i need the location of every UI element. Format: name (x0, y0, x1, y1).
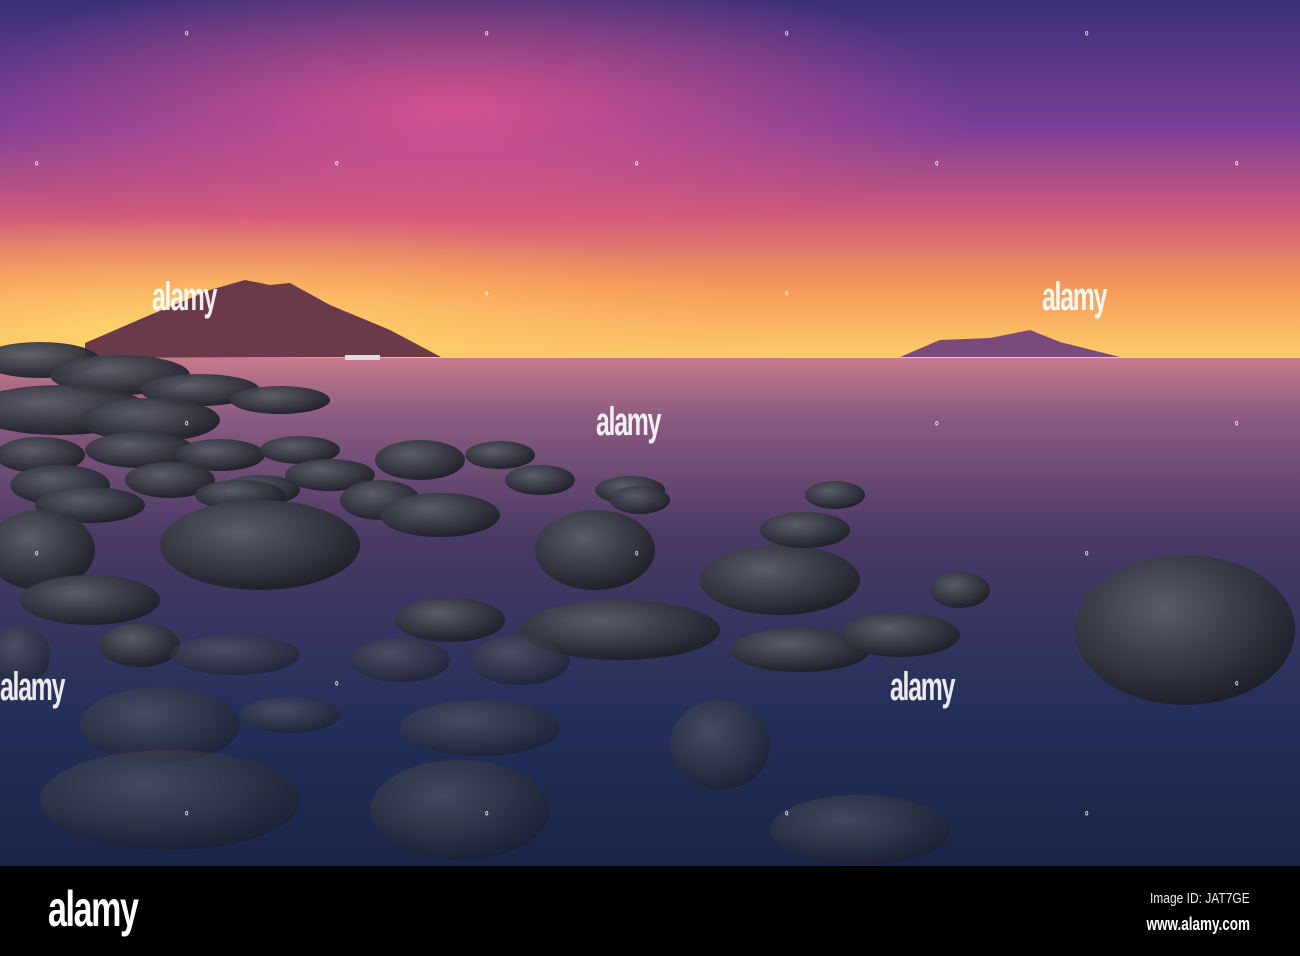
rock (370, 760, 550, 860)
watermark-mark: ° (184, 418, 189, 434)
rock (770, 795, 950, 865)
watermark-mark: ° (784, 288, 789, 304)
rock (160, 500, 360, 590)
rock (100, 623, 180, 667)
watermark-mark: ° (484, 28, 489, 44)
rock (240, 697, 340, 733)
website-url[interactable]: www.alamy.com (1146, 914, 1250, 935)
watermark-mark: ° (34, 158, 39, 174)
rock (470, 635, 570, 685)
watermark-mark: ° (1084, 28, 1089, 44)
watermark-mark: ° (784, 808, 789, 824)
rock (700, 545, 860, 615)
watermark-mark: ° (934, 418, 939, 434)
rock (670, 700, 770, 790)
watermark-mark: ° (34, 548, 39, 564)
watermark-mark: ° (1084, 808, 1089, 824)
watermark-mark: ° (334, 158, 339, 174)
rock (930, 572, 990, 608)
rock (380, 493, 500, 537)
rock (395, 598, 505, 642)
rock (40, 750, 300, 850)
watermark-mark: ° (184, 808, 189, 824)
rock (1075, 555, 1295, 705)
watermark-mark: ° (1234, 158, 1239, 174)
rock (170, 635, 300, 675)
watermark-mark: ° (334, 678, 339, 694)
rock (610, 486, 670, 514)
rock (760, 512, 850, 548)
watermark-mark: ° (934, 158, 939, 174)
watermark-mark: ° (484, 288, 489, 304)
rock (465, 441, 535, 469)
rock (350, 638, 450, 682)
boat (345, 355, 380, 360)
watermark-mark: ° (1084, 548, 1089, 564)
rock (805, 481, 865, 509)
rock (375, 440, 465, 480)
footer-bar: alamy Image ID: JAT7GE www.alamy.com (0, 866, 1300, 956)
image-id: Image ID: JAT7GE (1150, 890, 1250, 907)
rock (230, 386, 330, 414)
watermark-mark: ° (184, 28, 189, 44)
rock (400, 700, 560, 756)
rock (20, 575, 160, 625)
watermark-mark: ° (634, 548, 639, 564)
watermark-alamy: alamy (0, 665, 65, 709)
watermark-mark: ° (1234, 418, 1239, 434)
watermark-mark: ° (634, 158, 639, 174)
alamy-logo[interactable]: alamy (48, 880, 139, 938)
rock (505, 465, 575, 495)
watermark-alamy: alamy (1042, 275, 1107, 319)
watermark-mark: ° (784, 28, 789, 44)
rock (840, 613, 960, 657)
watermark-mark: ° (484, 808, 489, 824)
sunset-coast-photo: ° ° ° ° ° ° ° ° ° ° ° ° ° ° ° ° ° ° ° ° ° ° ° alamy alamy alamy al… (0, 0, 1300, 866)
watermark-mark: ° (1234, 678, 1239, 694)
watermark-alamy: alamy (596, 400, 661, 444)
watermark-alamy: alamy (152, 275, 217, 319)
watermark-alamy: alamy (890, 665, 955, 709)
